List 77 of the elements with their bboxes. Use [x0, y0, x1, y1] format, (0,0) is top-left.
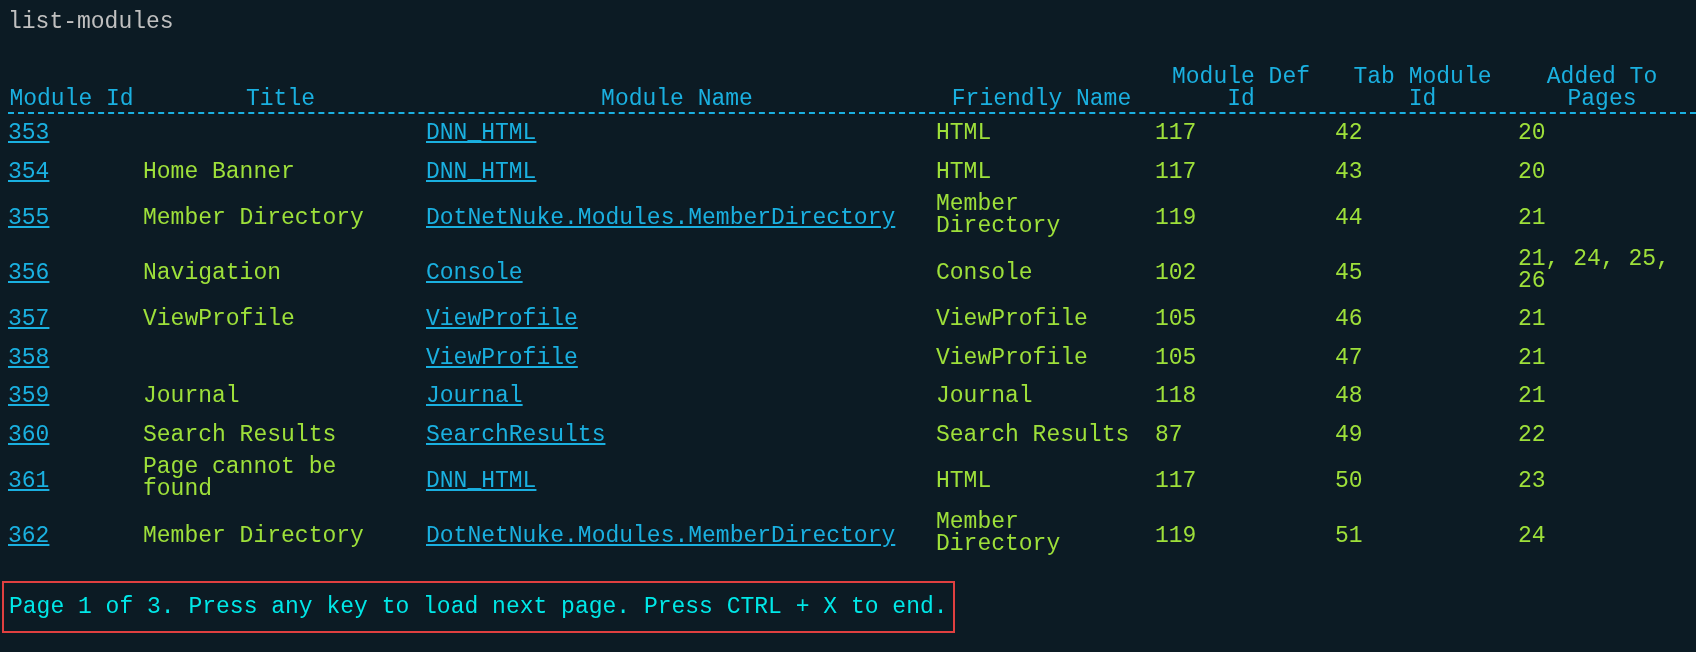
- table-link[interactable]: 354: [8, 160, 50, 183]
- table-link[interactable]: 362: [8, 524, 50, 547]
- table-cell-text: Page cannot be found: [143, 456, 338, 500]
- table-link[interactable]: 353: [8, 122, 50, 144]
- table-link[interactable]: ViewProfile: [426, 308, 578, 330]
- table-cell: Home Banner: [143, 160, 295, 183]
- table-link[interactable]: SearchResults: [426, 423, 606, 446]
- table-cell: Navigation: [143, 261, 282, 284]
- table-cell: ViewProfile: [936, 346, 1088, 369]
- table-cell: 20: [1518, 160, 1546, 183]
- table-cell: 118: [1155, 385, 1197, 407]
- table-cell: 43: [1335, 160, 1363, 183]
- table-link[interactable]: DotNetNuke.Modules.MemberDirectory: [426, 207, 896, 229]
- table-cell: HTML: [936, 122, 992, 144]
- table-cell: Search Results: [936, 423, 1130, 446]
- table-cell-text: Member Directory: [936, 193, 1062, 237]
- column-header: Friendly Name: [951, 88, 1132, 110]
- column-header: Tab Module Id: [1352, 66, 1493, 110]
- table-cell: 44: [1335, 207, 1363, 229]
- table-cell: 47: [1335, 346, 1363, 369]
- table-cell: 46: [1335, 308, 1363, 330]
- table-cell: 117: [1155, 122, 1197, 144]
- table-cell: 105: [1155, 346, 1197, 369]
- column-header: Added To Pages: [1545, 66, 1659, 110]
- table-cell: 24: [1518, 524, 1546, 547]
- table-cell: 23: [1518, 470, 1546, 492]
- table-cell: 21: [1518, 346, 1546, 369]
- table-cell: 22: [1518, 423, 1546, 446]
- table-cell: 20: [1518, 122, 1546, 144]
- table-link[interactable]: 357: [8, 308, 50, 330]
- table-cell: ViewProfile: [143, 308, 295, 330]
- table-cell: 102: [1155, 261, 1197, 284]
- table-link[interactable]: Console: [426, 261, 523, 284]
- table-cell-text: 21, 24, 25, 26: [1518, 247, 1671, 292]
- table-link[interactable]: ViewProfile: [426, 346, 578, 369]
- table-link[interactable]: 355: [8, 207, 50, 229]
- table-cell: Member Directory: [143, 524, 364, 547]
- table-link[interactable]: 360: [8, 423, 50, 446]
- table-cell: Journal: [936, 385, 1033, 407]
- table-cell: 51: [1335, 524, 1363, 547]
- table-cell: 87: [1155, 423, 1183, 446]
- command-text: list-modules: [8, 8, 174, 37]
- table-link[interactable]: 359: [8, 385, 50, 407]
- table-cell: 45: [1335, 261, 1363, 284]
- table-cell: 21: [1518, 207, 1546, 229]
- table-cell: 48: [1335, 385, 1363, 407]
- table-link[interactable]: DNN_HTML: [426, 470, 537, 492]
- table-cell: HTML: [936, 470, 992, 492]
- table-cell: 21: [1518, 385, 1546, 407]
- table-link[interactable]: DNN_HTML: [426, 122, 537, 144]
- table-cell: 105: [1155, 308, 1197, 330]
- table-cell: Console: [936, 261, 1033, 284]
- table-cell: 117: [1155, 470, 1197, 492]
- status-message: Page 1 of 3. Press any key to load next page. Press CTRL + X to end.: [2, 581, 955, 633]
- table-link[interactable]: 361: [8, 470, 50, 492]
- table-cell: 117: [1155, 160, 1197, 183]
- table-cell: ViewProfile: [936, 308, 1088, 330]
- table-cell: 42: [1335, 122, 1363, 144]
- table-link[interactable]: Journal: [426, 385, 523, 407]
- table-cell: Search Results: [143, 423, 337, 446]
- table-cell: HTML: [936, 160, 992, 183]
- table-cell: Member Directory: [143, 207, 364, 229]
- table-cell: 119: [1155, 207, 1197, 229]
- table-cell: 49: [1335, 423, 1363, 446]
- table-cell: 119: [1155, 524, 1197, 547]
- table-cell: 50: [1335, 470, 1363, 492]
- table-cell-text: Member Directory: [936, 510, 1062, 555]
- table-link[interactable]: 356: [8, 261, 50, 284]
- column-header: Module Name: [601, 88, 753, 110]
- table-link[interactable]: DNN_HTML: [426, 160, 537, 183]
- table-link[interactable]: DotNetNuke.Modules.MemberDirectory: [426, 524, 896, 547]
- table-cell: 21: [1518, 308, 1546, 330]
- column-header: Module Id: [9, 88, 134, 110]
- table-cell: Journal: [143, 385, 240, 407]
- column-header: Title: [246, 88, 315, 110]
- column-header: Module Def Id: [1171, 66, 1311, 110]
- table-link[interactable]: 358: [8, 346, 50, 369]
